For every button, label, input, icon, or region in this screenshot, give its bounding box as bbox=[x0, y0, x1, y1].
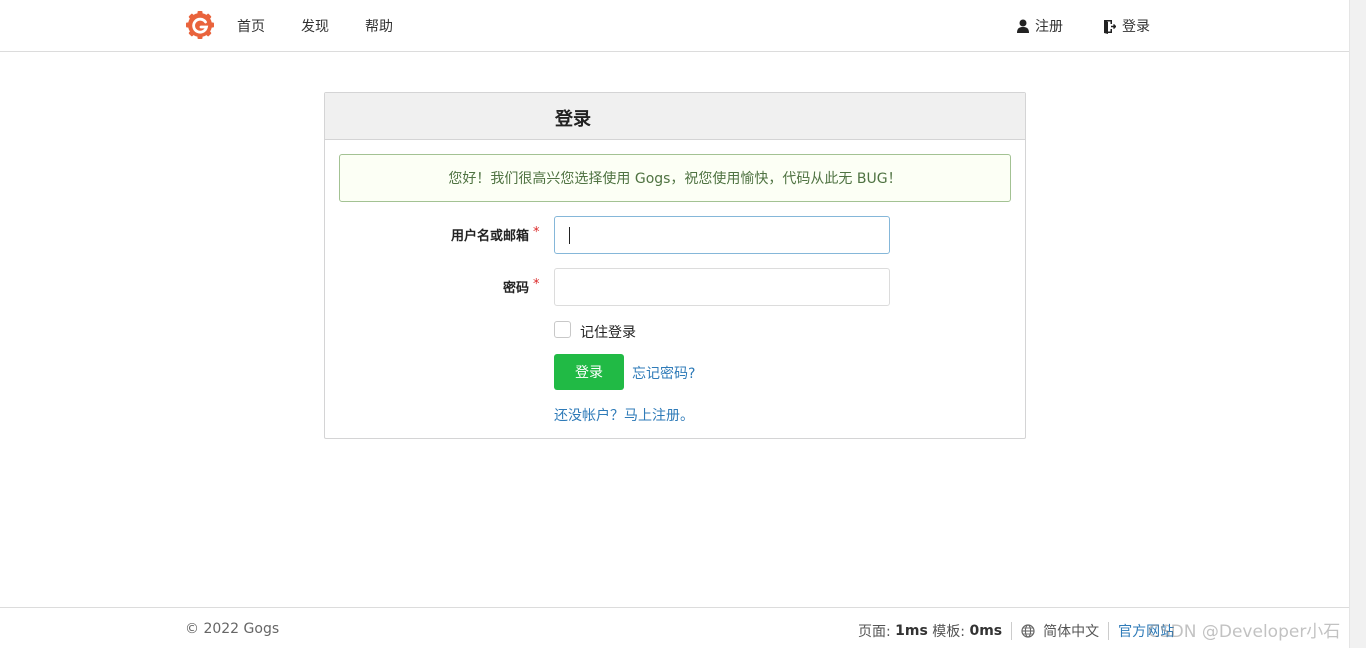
card-header: 登录 bbox=[325, 93, 1025, 140]
remember-checkbox[interactable] bbox=[554, 321, 571, 338]
login-card: 登录 您好！我们很高兴您选择使用 Gogs，祝您使用愉快，代码从此无 BUG！ … bbox=[324, 92, 1026, 439]
vertical-scrollbar[interactable] bbox=[1349, 0, 1366, 648]
footer: © 2022 Gogs 页面: 1ms 模板: 0ms 简体中文 官方网站 CS… bbox=[0, 607, 1349, 648]
text-caret bbox=[569, 227, 570, 244]
footer-divider bbox=[1108, 622, 1110, 640]
required-mark: * bbox=[533, 225, 540, 240]
username-input[interactable] bbox=[554, 216, 890, 254]
template-time-label: 模板: bbox=[932, 624, 966, 640]
gogs-logo-icon[interactable] bbox=[186, 11, 214, 39]
login-button[interactable]: 登录 bbox=[554, 354, 624, 390]
nav-explore[interactable]: 发现 bbox=[301, 16, 329, 36]
password-input[interactable] bbox=[554, 268, 890, 306]
page-time-label: 页面: bbox=[858, 624, 891, 640]
watermark: CSDN @Developer小石 bbox=[1148, 622, 1341, 642]
nav-login[interactable]: 登录 bbox=[1103, 16, 1150, 36]
welcome-message-text: 您好！我们很高兴您选择使用 Gogs，祝您使用愉快，代码从此无 BUG！ bbox=[448, 171, 902, 187]
remember-label[interactable]: 记住登录 bbox=[580, 322, 636, 342]
password-label: 密码 * bbox=[503, 277, 540, 296]
password-label-text: 密码 bbox=[503, 281, 530, 296]
globe-icon bbox=[1021, 624, 1035, 638]
nav-login-label: 登录 bbox=[1122, 19, 1150, 35]
nav-help[interactable]: 帮助 bbox=[365, 16, 393, 36]
username-label: 用户名或邮箱 * bbox=[451, 225, 540, 244]
username-label-text: 用户名或邮箱 bbox=[451, 229, 530, 244]
nav-register-label: 注册 bbox=[1035, 19, 1063, 35]
language-selector[interactable]: 简体中文 bbox=[1043, 621, 1099, 641]
footer-divider bbox=[1011, 622, 1013, 640]
nav-register[interactable]: 注册 bbox=[1017, 16, 1063, 36]
page-time: 1ms bbox=[895, 623, 928, 639]
page-title: 登录 bbox=[555, 109, 591, 130]
sign-in-icon bbox=[1104, 19, 1116, 34]
footer-info: 页面: 1ms 模板: 0ms 简体中文 官方网站 bbox=[858, 621, 1174, 641]
signup-link[interactable]: 还没帐户？马上注册。 bbox=[554, 405, 694, 425]
copyright: © 2022 Gogs bbox=[185, 621, 280, 637]
template-time: 0ms bbox=[969, 623, 1003, 639]
nav-home[interactable]: 首页 bbox=[237, 16, 265, 36]
user-icon bbox=[1017, 19, 1029, 33]
welcome-message: 您好！我们很高兴您选择使用 Gogs，祝您使用愉快，代码从此无 BUG！ bbox=[339, 154, 1011, 202]
required-mark: * bbox=[533, 277, 540, 292]
top-navbar: 首页 发现 帮助 注册 登录 bbox=[0, 0, 1349, 52]
forgot-password-link[interactable]: 忘记密码? bbox=[632, 363, 695, 383]
